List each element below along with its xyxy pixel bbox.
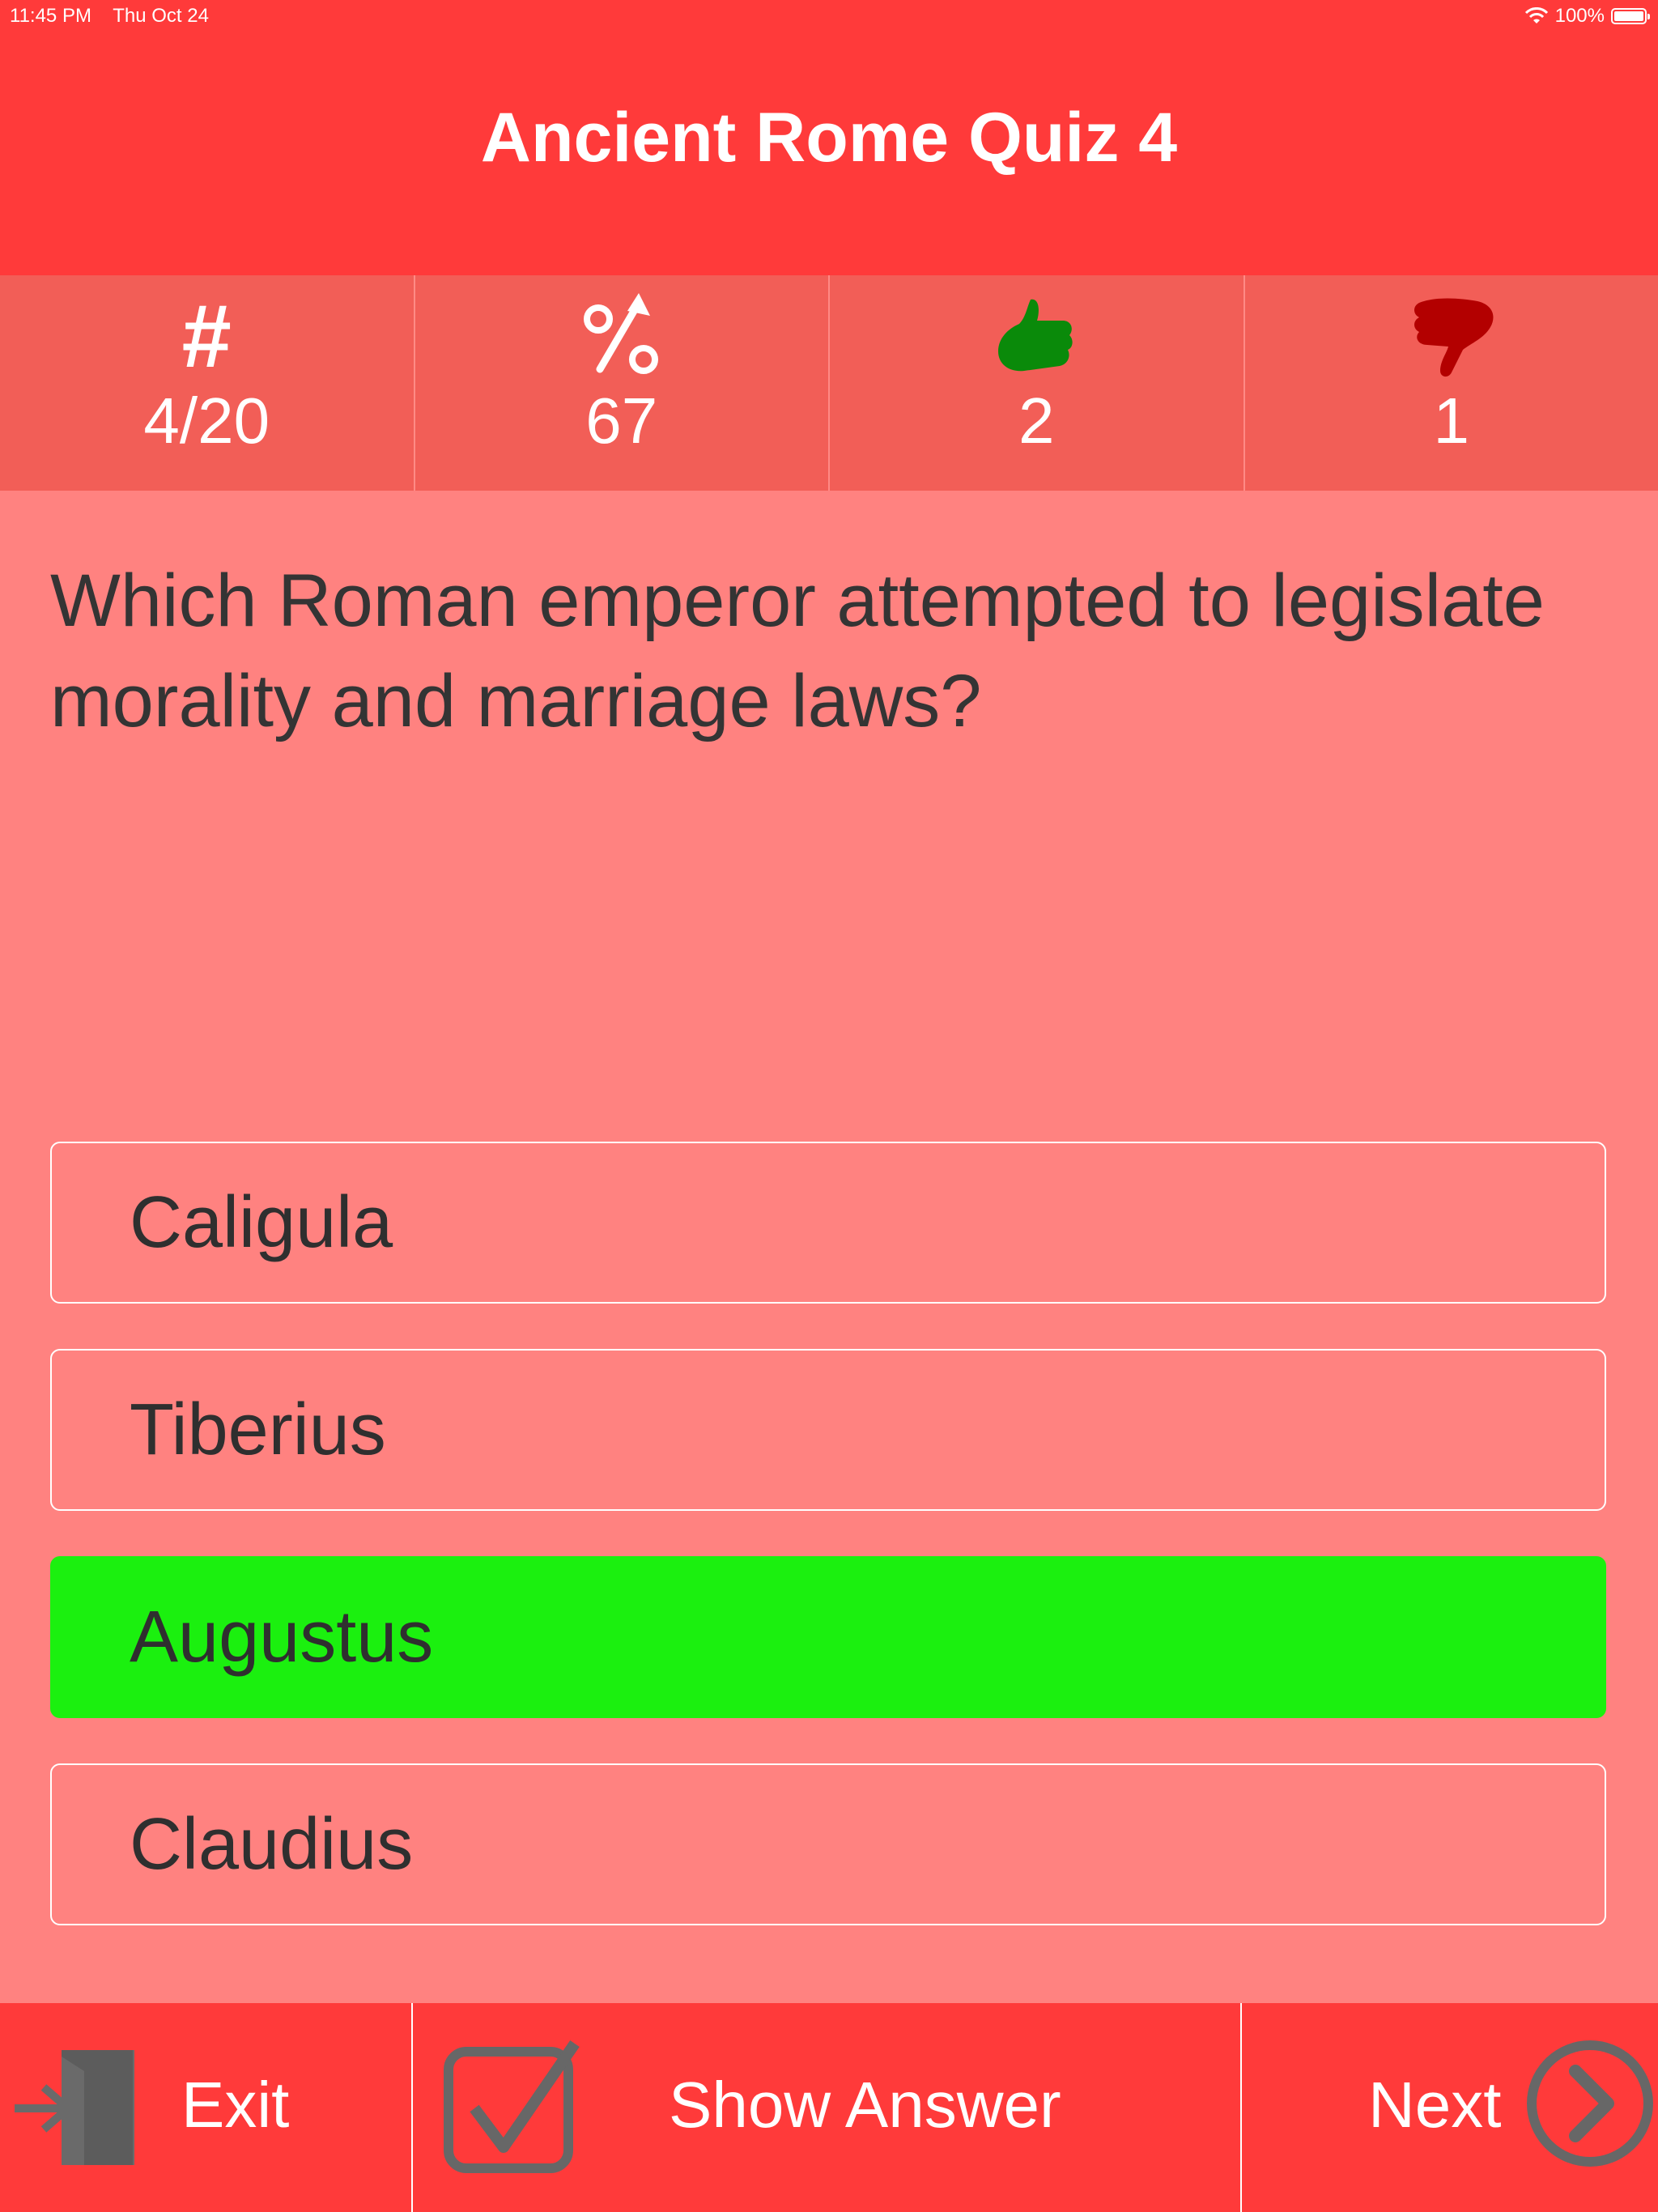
- answer-option-1[interactable]: Caligula: [50, 1142, 1606, 1304]
- chevron-right-circle-icon: [1527, 2040, 1653, 2167]
- stats-bar: # 4/20 67 2 1: [0, 275, 1658, 491]
- exit-door-icon: [15, 2050, 134, 2165]
- stat-question-number: # 4/20: [0, 275, 415, 491]
- correct-count-value: 2: [1018, 385, 1055, 457]
- thumbs-up-icon: [992, 283, 1081, 389]
- status-date: Thu Oct 24: [113, 5, 209, 27]
- status-time: 11:45 PM: [10, 5, 91, 27]
- header: Ancient Rome Quiz 4: [0, 32, 1658, 275]
- incorrect-count-value: 1: [1433, 385, 1470, 457]
- next-button[interactable]: Next: [1242, 2003, 1658, 2212]
- hash-icon: #: [181, 286, 232, 386]
- stat-correct: 2: [830, 275, 1245, 491]
- answer-option-3-correct[interactable]: Augustus: [50, 1556, 1606, 1718]
- answer-option-2[interactable]: Tiberius: [50, 1349, 1606, 1511]
- checkbox-check-icon: [444, 2040, 580, 2173]
- question-number-value: 4/20: [143, 385, 270, 457]
- percent-arrow-icon: [577, 283, 666, 389]
- next-label: Next: [1368, 2069, 1502, 2141]
- question-text: Which Roman emperor attempted to legisla…: [50, 559, 1545, 742]
- exit-label: Exit: [181, 2069, 290, 2141]
- thumbs-down-icon: [1403, 283, 1500, 389]
- answer-option-4[interactable]: Claudius: [50, 1763, 1606, 1925]
- show-answer-button[interactable]: Show Answer: [413, 2003, 1242, 2212]
- wifi-icon: [1524, 7, 1548, 23]
- page-title: Ancient Rome Quiz 4: [480, 98, 1178, 177]
- status-left: 11:45 PM Thu Oct 24: [10, 5, 225, 28]
- exit-button[interactable]: Exit: [0, 2003, 413, 2212]
- show-answer-label: Show Answer: [669, 2069, 1061, 2141]
- status-bar: 11:45 PM Thu Oct 24 100%: [0, 0, 1658, 32]
- stat-percent: 67: [415, 275, 830, 491]
- status-right: 100%: [1524, 5, 1650, 28]
- battery-percent: 100%: [1554, 5, 1605, 27]
- stat-incorrect: 1: [1245, 275, 1658, 491]
- battery-icon: [1611, 8, 1650, 24]
- bottom-toolbar: Exit Show Answer Next: [0, 2003, 1658, 2212]
- percent-value: 67: [585, 385, 658, 457]
